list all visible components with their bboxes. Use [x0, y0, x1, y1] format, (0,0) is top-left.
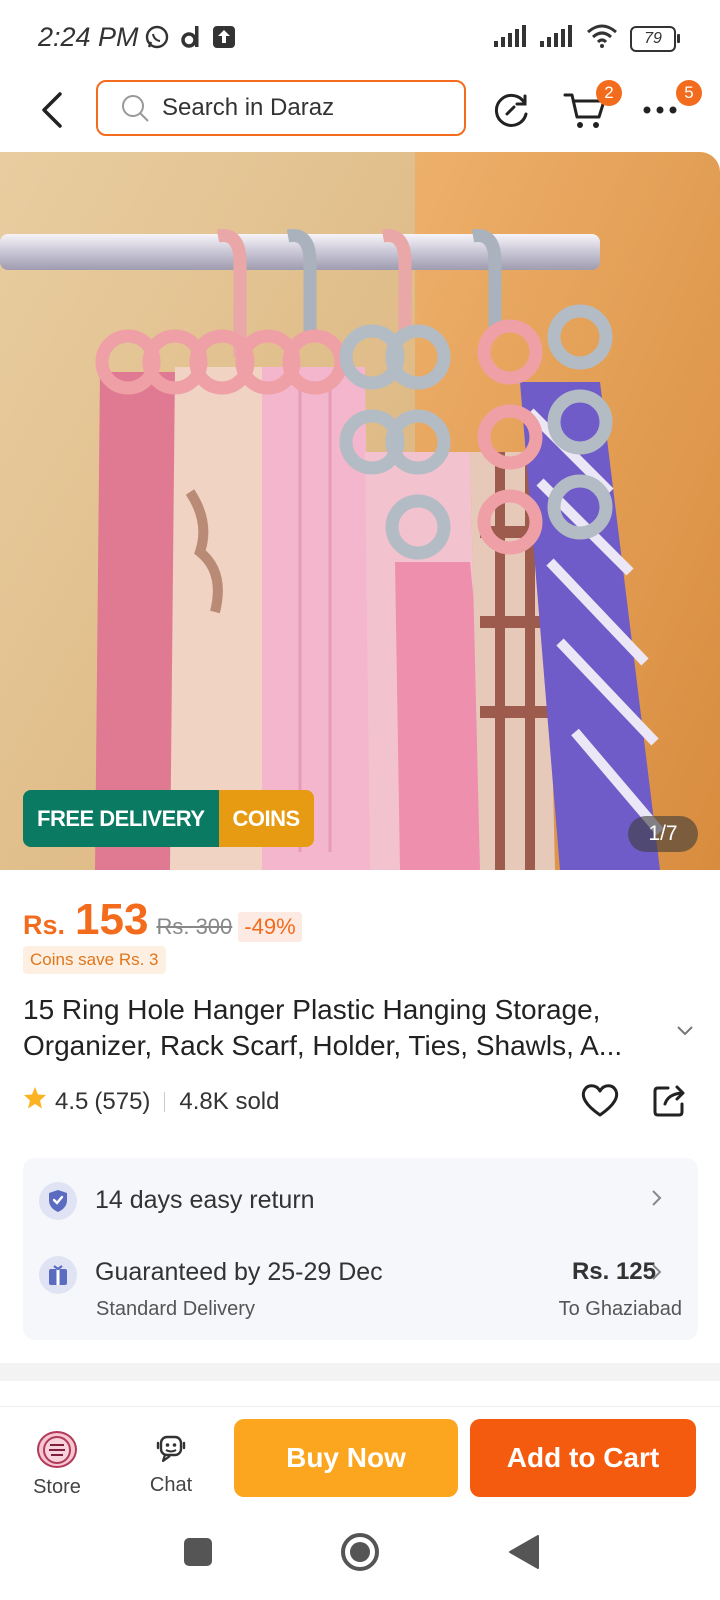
product-title-line2: Organizer, Rack Scarf, Holder, Ties, Sha… — [23, 1030, 623, 1061]
rating-value: 4.5 — [55, 1087, 89, 1115]
more-dots-icon — [643, 106, 677, 114]
discount-badge: -49% — [238, 912, 302, 942]
battery-icon: 79 — [630, 25, 680, 52]
search-icon — [120, 92, 152, 124]
cart-count-badge: 2 — [596, 80, 622, 106]
search-input[interactable] — [160, 93, 444, 123]
return-shield-icon — [39, 1182, 77, 1220]
price-row: Rs. 153 Rs. 300 -49% — [23, 895, 302, 945]
wishlist-button[interactable] — [580, 1082, 620, 1123]
section-divider — [0, 1363, 720, 1381]
share-icon — [653, 1085, 685, 1117]
guaranteed-delivery-text[interactable]: Guaranteed by 25-29 Dec — [95, 1258, 383, 1287]
heart-icon — [581, 1084, 619, 1117]
product-title[interactable]: 15 Ring Hole Hanger Plastic Hanging Stor… — [23, 992, 663, 1064]
system-status-icons: 79 — [494, 24, 680, 53]
product-image[interactable] — [0, 152, 720, 870]
more-options-button[interactable]: 5 — [636, 80, 702, 134]
back-arrow-icon — [42, 92, 62, 128]
divider — [164, 1091, 166, 1112]
signal-icon-2 — [540, 25, 574, 52]
coins-tag: COINS — [218, 790, 314, 847]
return-policy-text[interactable]: 14 days easy return — [95, 1186, 315, 1215]
rating-row[interactable]: 4.5 (575) 4.8K sold — [23, 1086, 279, 1117]
expand-title-button[interactable] — [676, 1024, 694, 1042]
history-button[interactable] — [488, 86, 536, 134]
home-button[interactable] — [340, 1532, 380, 1577]
bottom-action-bar: Store Chat Buy Now Add to Cart — [0, 1406, 720, 1507]
back-button[interactable] — [32, 86, 72, 134]
status-time: 2:24 PM — [38, 22, 139, 52]
chat-label: Chat — [149, 1474, 193, 1496]
search-box[interactable] — [96, 80, 466, 136]
share-button[interactable] — [652, 1082, 688, 1123]
daraz-app-icon — [180, 24, 202, 55]
return-chevron-icon[interactable] — [651, 1188, 663, 1213]
free-delivery-tag: FREE DELIVERY — [23, 790, 219, 847]
delivery-box-icon — [39, 1256, 77, 1294]
wifi-icon — [586, 24, 618, 53]
service-card: 14 days easy return Guaranteed by 25-29 … — [23, 1158, 698, 1340]
store-logo — [37, 1431, 77, 1468]
store-button[interactable]: Store — [26, 1407, 88, 1499]
whatsapp-icon — [144, 24, 170, 55]
circle-home-icon — [341, 1533, 379, 1571]
add-to-cart-button[interactable]: Add to Cart — [470, 1419, 696, 1497]
signal-icon — [494, 25, 528, 52]
buy-now-button[interactable]: Buy Now — [234, 1419, 458, 1497]
triangle-back-icon — [509, 1535, 539, 1569]
upload-icon — [212, 25, 236, 54]
star-icon — [23, 1086, 47, 1117]
history-icon — [494, 93, 528, 127]
promo-tag: FREE DELIVERY COINS — [23, 790, 314, 847]
delivery-fee: Rs. 125 — [571, 1258, 656, 1285]
store-label: Store — [33, 1476, 81, 1498]
notification-icons — [144, 24, 236, 55]
square-icon — [184, 1538, 212, 1566]
chevron-down-icon — [677, 1026, 693, 1036]
top-nav-bar: 2 5 — [0, 78, 720, 152]
sold-count: 4.8K sold — [179, 1087, 280, 1115]
delivery-destination[interactable]: To Ghaziabad — [559, 1298, 682, 1321]
delivery-chevron-icon[interactable] — [651, 1262, 663, 1287]
current-price: 153 — [75, 895, 149, 944]
more-count-badge: 5 — [676, 80, 702, 106]
system-back-button[interactable] — [508, 1534, 540, 1575]
currency-label: Rs. — [23, 910, 66, 940]
recents-button[interactable] — [182, 1536, 214, 1573]
product-title-line1: 15 Ring Hole Hanger Plastic Hanging Stor… — [23, 994, 601, 1025]
original-price: Rs. 300 — [156, 914, 233, 939]
delivery-type-text: Standard Delivery — [96, 1298, 255, 1320]
status-bar: 2:24 PM 79 — [0, 0, 720, 78]
image-counter: 1/7 — [628, 816, 698, 852]
chat-icon — [155, 1433, 187, 1470]
rating-count: (575) — [94, 1087, 151, 1115]
coins-save-badge: Coins save Rs. 3 — [23, 946, 166, 974]
cart-button[interactable]: 2 — [562, 80, 622, 134]
chat-button[interactable]: Chat — [140, 1407, 202, 1499]
system-nav-bar — [0, 1510, 720, 1600]
